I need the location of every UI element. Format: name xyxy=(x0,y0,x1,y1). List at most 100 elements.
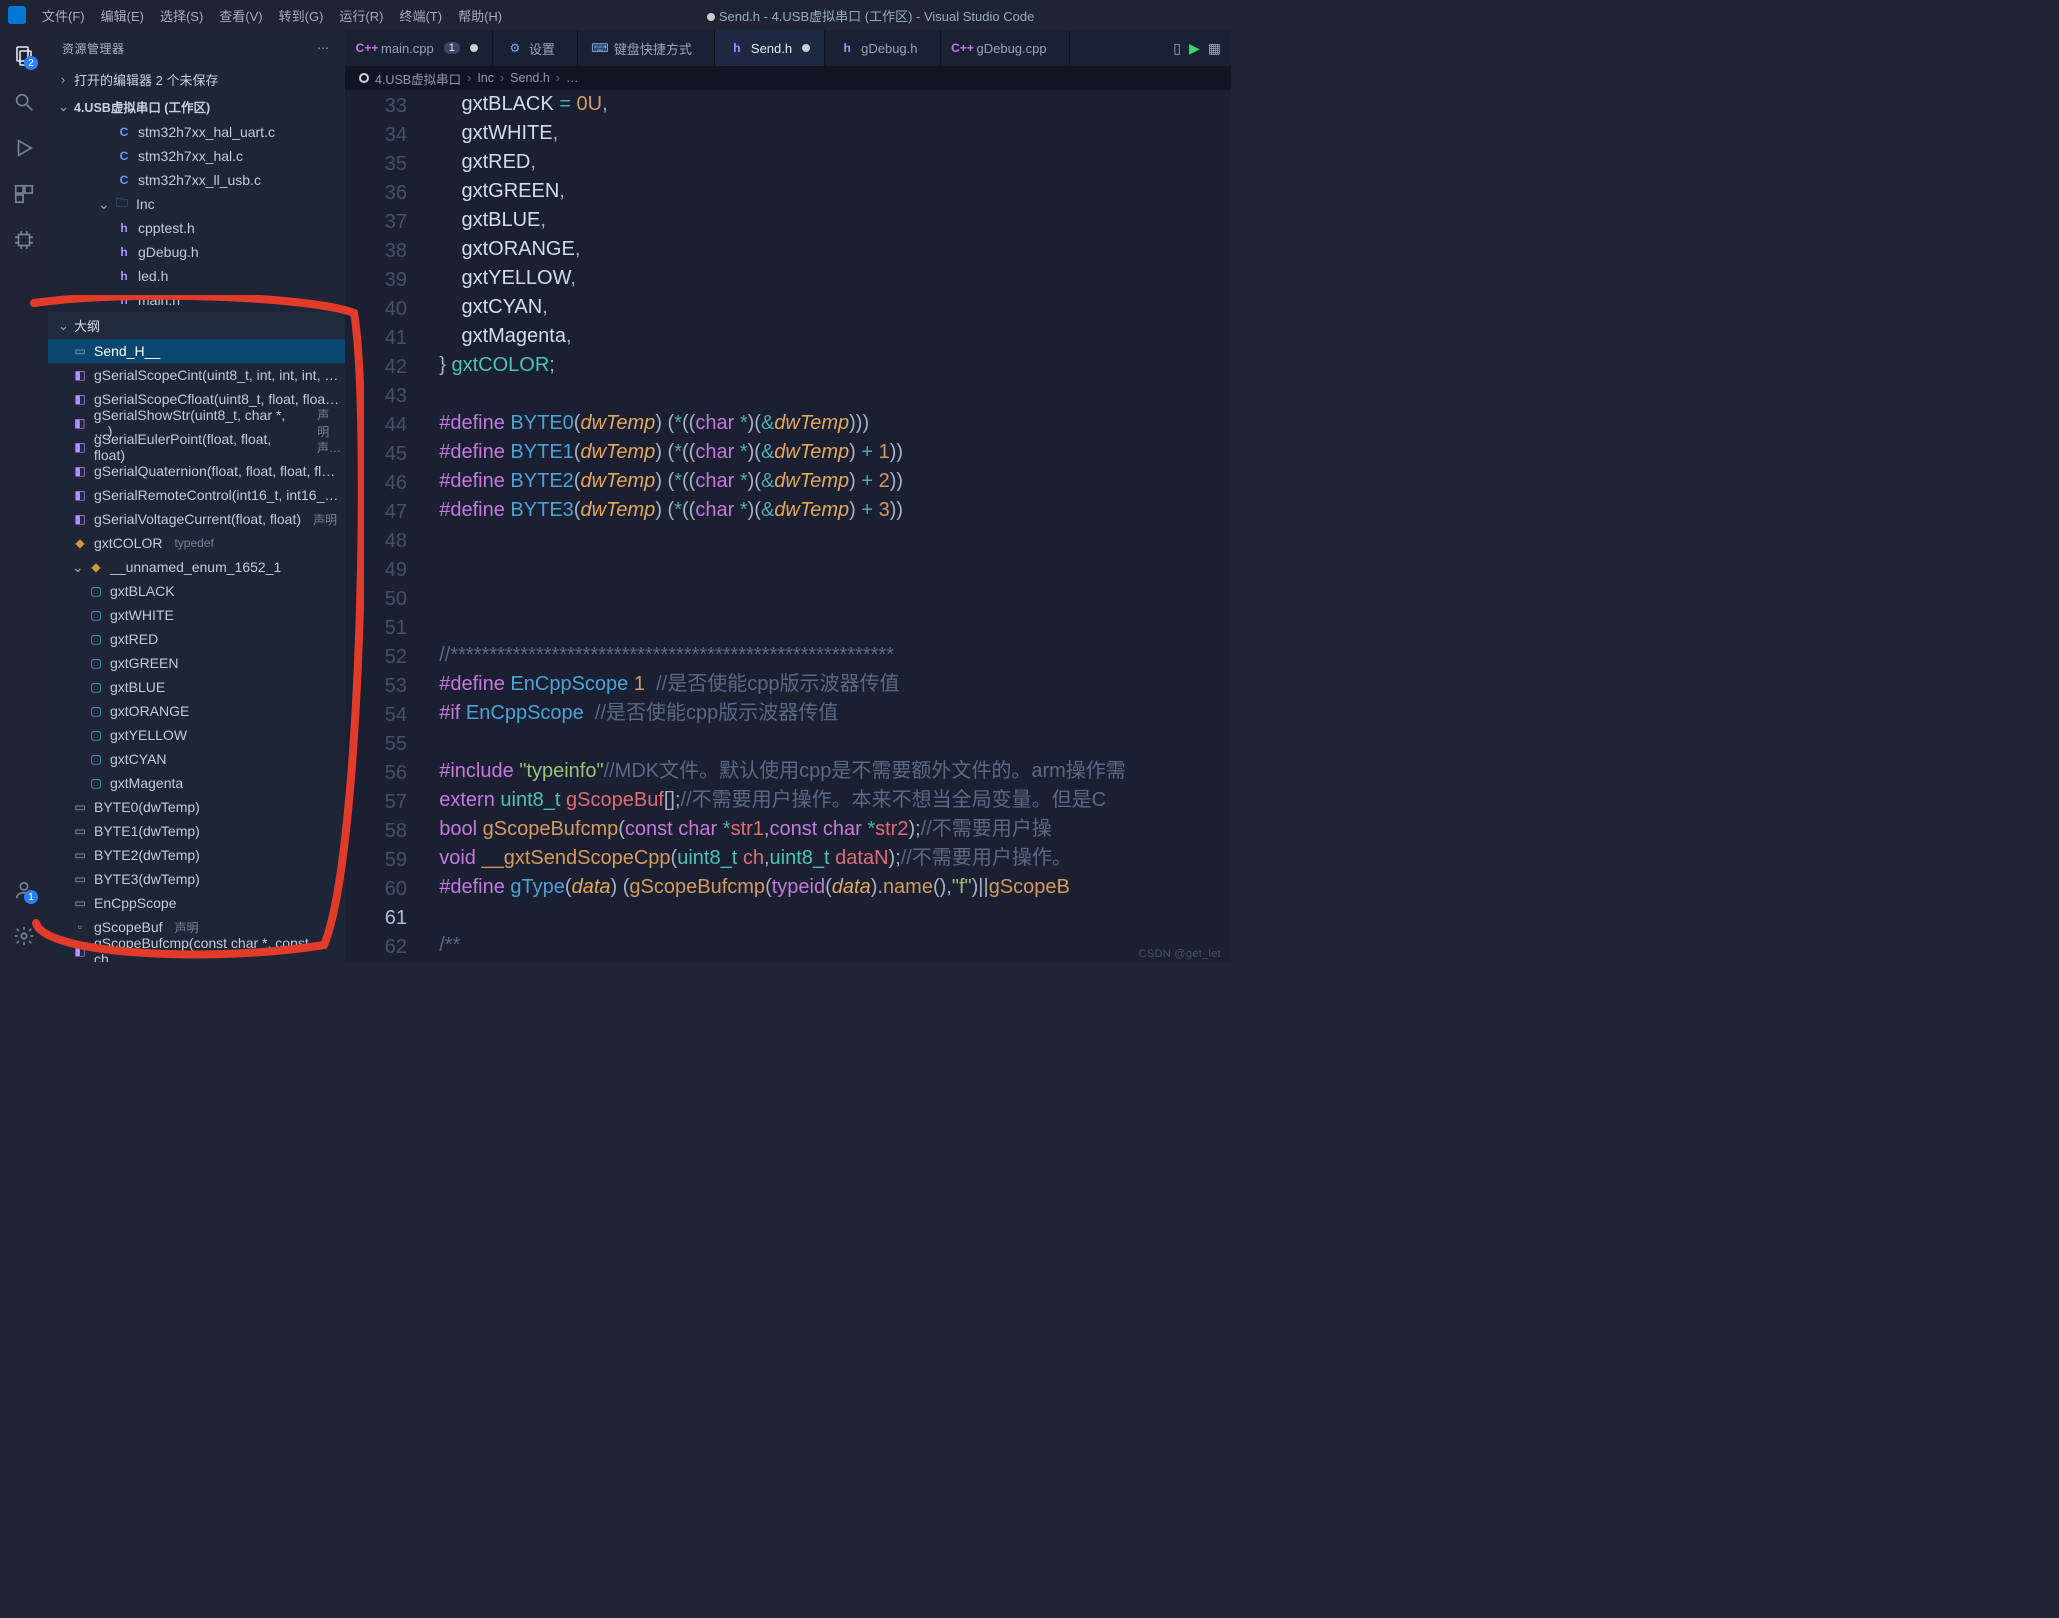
breadcrumb[interactable]: 4.USB虚拟串口›Inc›Send.h›… xyxy=(345,66,1231,90)
editor-tab[interactable]: hSend.h xyxy=(715,30,825,66)
chip-icon[interactable] xyxy=(12,228,36,252)
outline-item[interactable]: ▢gxtORANGE xyxy=(48,699,345,723)
symbol-icon: ◧ xyxy=(72,367,88,383)
tab-badge: 1 xyxy=(444,42,460,54)
tree-file[interactable]: Cstm32h7xx_hal_uart.c xyxy=(48,120,345,144)
tree-file[interactable]: hgDebug.h xyxy=(48,240,345,264)
symbol-icon: ▢ xyxy=(88,583,104,599)
symbol-icon: ▭ xyxy=(72,823,88,839)
chevron-down-icon: ⌄ xyxy=(58,318,68,334)
symbol-icon: ◧ xyxy=(72,415,88,431)
project-section[interactable]: ⌄ 4.USB虚拟串口 (工作区) xyxy=(48,93,345,120)
layout-icon[interactable]: ▦ xyxy=(1208,40,1221,57)
accounts-icon[interactable]: 1 xyxy=(12,878,36,902)
editor-tab[interactable]: ⚙设置 xyxy=(493,30,578,66)
outline-item[interactable]: ▢gxtMagenta xyxy=(48,771,345,795)
outline-label: gxtRED xyxy=(110,631,158,647)
outline-tree: ▭Send_H__◧gSerialScopeCint(uint8_t, int,… xyxy=(48,339,345,962)
split-icon[interactable]: ▯ xyxy=(1173,40,1181,57)
menu-item[interactable]: 帮助(H) xyxy=(452,4,508,27)
outline-label: gxtORANGE xyxy=(110,703,189,719)
outline-item[interactable]: ◆gxtCOLORtypedef xyxy=(48,531,345,555)
explorer-icon[interactable]: 2 xyxy=(12,44,36,68)
outline-item[interactable]: ◧gSerialQuaternion(float, float, float, … xyxy=(48,459,345,483)
outline-label: __unnamed_enum_1652_1 xyxy=(110,559,281,575)
outline-item[interactable]: ◧gSerialRemoteControl(int16_t, int16_… xyxy=(48,483,345,507)
outline-item[interactable]: ▢gxtGREEN xyxy=(48,651,345,675)
symbol-icon: ◧ xyxy=(72,943,88,959)
outline-label: BYTE0(dwTemp) xyxy=(94,799,200,815)
run-debug-icon[interactable] xyxy=(12,136,36,160)
outline-item[interactable]: ⌄◆__unnamed_enum_1652_1 xyxy=(48,555,345,579)
outline-item[interactable]: ▢gxtYELLOW xyxy=(48,723,345,747)
outline-label: gSerialVoltageCurrent(float, float) xyxy=(94,511,301,527)
tree-file[interactable]: hcpptest.h xyxy=(48,216,345,240)
title-bar: 文件(F)编辑(E)选择(S)查看(V)转到(G)运行(R)终端(T)帮助(H)… xyxy=(0,0,1231,30)
outline-item[interactable]: ▢gxtRED xyxy=(48,627,345,651)
menu-item[interactable]: 编辑(E) xyxy=(95,4,150,27)
outline-label: Send_H__ xyxy=(94,343,160,359)
tree-file[interactable]: hmain.h xyxy=(48,288,345,312)
outline-item[interactable]: ▢gxtBLUE xyxy=(48,675,345,699)
menu-item[interactable]: 文件(F) xyxy=(36,4,91,27)
outline-item[interactable]: ▭BYTE0(dwTemp) xyxy=(48,795,345,819)
outline-item[interactable]: ◧gSerialScopeCint(uint8_t, int, int, int… xyxy=(48,363,345,387)
tab-file-icon: h xyxy=(729,40,745,56)
tree-file[interactable]: hled.h xyxy=(48,264,345,288)
more-icon[interactable]: ⋯ xyxy=(317,41,331,55)
editor-tab[interactable]: C++ gDebug.cpp xyxy=(941,30,1070,66)
tab-file-icon: C++ xyxy=(955,40,971,56)
menu-item[interactable]: 终端(T) xyxy=(393,4,448,27)
breadcrumb-segment[interactable]: Send.h xyxy=(510,71,550,85)
chevron-right-icon: › xyxy=(58,72,68,87)
outline-item[interactable]: ◧gSerialEulerPoint(float, float, float)声… xyxy=(48,435,345,459)
code-content[interactable]: gxtBLACK = 0U, gxtWHITE, gxtRED, gxtGREE… xyxy=(417,90,1231,962)
editor-tab[interactable]: C++main.cpp1 xyxy=(345,30,493,66)
outline-label: gxtWHITE xyxy=(110,607,174,623)
tree-folder[interactable]: ⌄🗀Inc xyxy=(48,192,345,216)
symbol-icon: ◧ xyxy=(72,391,88,407)
chevron-icon: ⌄ xyxy=(98,196,108,213)
outline-item[interactable]: ◧gScopeBufcmp(const char *, const ch… xyxy=(48,939,345,962)
outline-item[interactable]: ▢gxtWHITE xyxy=(48,603,345,627)
breadcrumb-segment[interactable]: 4.USB虚拟串口 xyxy=(375,69,461,88)
editor-tab[interactable]: ⌨键盘快捷方式 xyxy=(578,30,715,66)
tree-file[interactable]: Cstm32h7xx_ll_usb.c xyxy=(48,168,345,192)
symbol-icon: ▫ xyxy=(72,919,88,935)
tree-label: gDebug.h xyxy=(138,244,199,260)
tree-label: Inc xyxy=(136,196,155,212)
run-play-icon[interactable]: ▶ xyxy=(1189,40,1200,57)
outline-item[interactable]: ▭BYTE3(dwTemp) xyxy=(48,867,345,891)
breadcrumb-segment[interactable]: Inc xyxy=(477,71,494,85)
open-editors-section[interactable]: › 打开的编辑器 2 个未保存 xyxy=(48,66,345,93)
breadcrumb-separator-icon: › xyxy=(500,71,504,85)
tree-label: led.h xyxy=(138,268,168,284)
outline-item[interactable]: ▭BYTE1(dwTemp) xyxy=(48,819,345,843)
outline-item[interactable]: ▭Send_H__ xyxy=(48,339,345,363)
tree-file[interactable]: Cstm32h7xx_hal.c xyxy=(48,144,345,168)
file-icon: C xyxy=(116,124,132,140)
outline-item[interactable]: ▢gxtBLACK xyxy=(48,579,345,603)
tab-label: 设置 xyxy=(529,39,555,58)
explorer-badge: 2 xyxy=(24,56,38,70)
symbol-icon: ◆ xyxy=(72,535,88,551)
outline-label: gSerialQuaternion(float, float, float, f… xyxy=(94,463,335,479)
outline-item[interactable]: ◧gSerialVoltageCurrent(float, float)声明 xyxy=(48,507,345,531)
menu-item[interactable]: 转到(G) xyxy=(273,4,330,27)
menu-item[interactable]: 运行(R) xyxy=(333,4,389,27)
outline-section[interactable]: ⌄ 大纲 xyxy=(48,312,345,339)
menu-item[interactable]: 选择(S) xyxy=(154,4,209,27)
outline-label: gScopeBufcmp(const char *, const ch… xyxy=(94,935,341,962)
search-icon[interactable] xyxy=(12,90,36,114)
vscode-logo-icon xyxy=(8,6,26,24)
menu-item[interactable]: 查看(V) xyxy=(213,4,268,27)
editor-tab[interactable]: hgDebug.h xyxy=(825,30,940,66)
outline-item[interactable]: ▭EnCppScope xyxy=(48,891,345,915)
outline-item[interactable]: ▢gxtCYAN xyxy=(48,747,345,771)
symbol-icon: ▢ xyxy=(88,655,104,671)
settings-gear-icon[interactable] xyxy=(12,924,36,948)
breadcrumb-segment[interactable]: … xyxy=(566,71,579,85)
outline-item[interactable]: ▭BYTE2(dwTemp) xyxy=(48,843,345,867)
tab-label: gDebug.cpp xyxy=(977,41,1047,56)
extensions-icon[interactable] xyxy=(12,182,36,206)
